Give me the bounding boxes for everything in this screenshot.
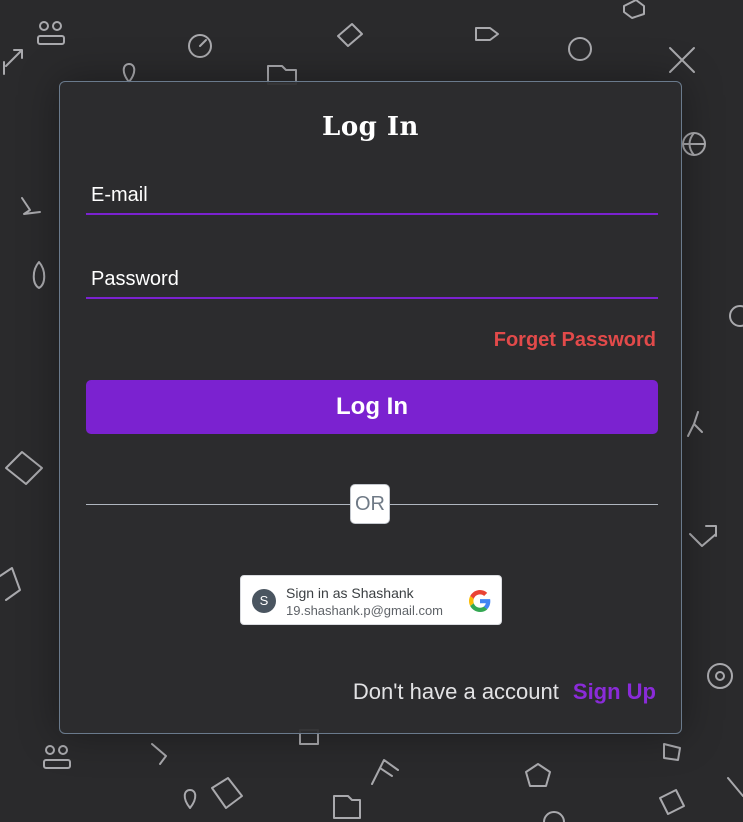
- forget-password-link[interactable]: Forget Password: [494, 329, 656, 352]
- login-button[interactable]: Log In: [86, 380, 658, 434]
- password-input[interactable]: [86, 261, 658, 297]
- google-signin-button[interactable]: S Sign in as Shashank 19.shashank.p@gmai…: [240, 575, 502, 625]
- login-title: Log In: [322, 112, 419, 142]
- google-g-icon: [469, 590, 491, 612]
- google-signin-email: 19.shashank.p@gmail.com: [286, 603, 443, 618]
- signup-prompt: Don't have a account: [352, 679, 559, 704]
- or-badge: OR: [350, 484, 390, 524]
- password-field[interactable]: [86, 261, 658, 299]
- google-signin-name: Sign in as Shashank: [286, 585, 414, 601]
- signup-row: Don't have a account Sign Up: [353, 679, 656, 705]
- email-field[interactable]: [86, 177, 658, 215]
- login-card: Log In Forget Password Log In OR S Sign …: [59, 81, 682, 734]
- signup-link[interactable]: Sign Up: [573, 679, 656, 704]
- email-input[interactable]: [86, 177, 658, 213]
- avatar: S: [252, 589, 276, 613]
